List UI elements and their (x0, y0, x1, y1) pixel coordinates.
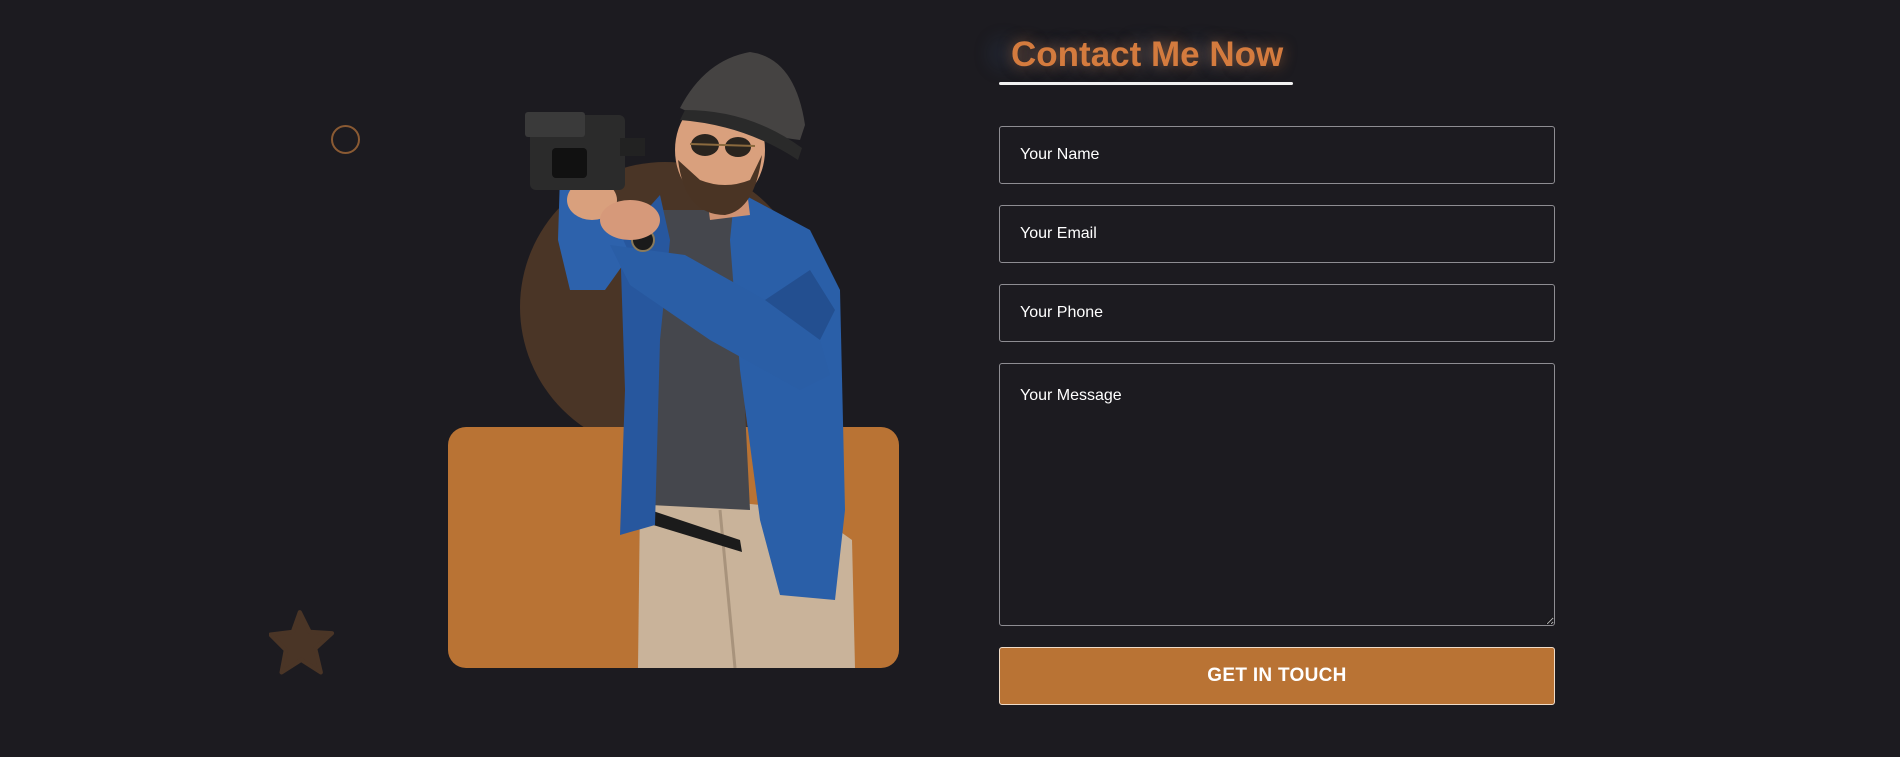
phone-field[interactable] (999, 284, 1555, 342)
page-title: Contact Me Now (1011, 35, 1284, 74)
email-field[interactable] (999, 205, 1555, 263)
name-field[interactable] (999, 126, 1555, 184)
photographer-image (525, 52, 855, 668)
contact-heading-block: Contact Me Now (999, 30, 1293, 85)
message-field[interactable] (999, 363, 1555, 626)
star-icon (269, 610, 335, 675)
heading-underline (999, 82, 1293, 85)
contact-form: GET IN TOUCH (999, 126, 1555, 705)
get-in-touch-button[interactable]: GET IN TOUCH (999, 647, 1555, 705)
contact-page: Contact Me Now GET IN TOUCH (0, 0, 1900, 757)
ring-icon (331, 125, 360, 154)
